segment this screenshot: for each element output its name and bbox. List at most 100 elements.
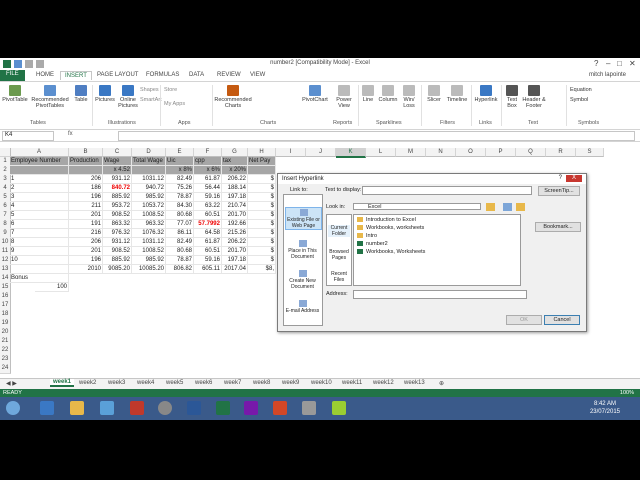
header-cell[interactable]: Production — [69, 157, 103, 166]
data-cell[interactable]: $ — [248, 211, 276, 220]
data-cell[interactable]: 1031.12 — [132, 238, 166, 247]
data-cell[interactable]: 1008.52 — [132, 211, 166, 220]
column-header[interactable]: M — [396, 148, 426, 157]
online-pictures-button[interactable]: Online Pictures — [117, 85, 139, 109]
browse-web-icon[interactable] — [503, 203, 512, 211]
system-clock[interactable]: 8:42 AM 23/07/2015 — [590, 400, 620, 416]
column-header[interactable]: P — [486, 148, 516, 157]
data-cell[interactable]: $ — [248, 220, 276, 229]
data-cell[interactable]: 64.58 — [194, 229, 222, 238]
data-cell[interactable]: 61.87 — [194, 238, 222, 247]
data-cell[interactable]: 206.22 — [222, 175, 248, 184]
symbol-button[interactable]: Symbol — [570, 97, 588, 103]
app-icon[interactable] — [130, 401, 144, 415]
sheet-tab-week3[interactable]: week3 — [108, 380, 125, 386]
cancel-button[interactable]: Cancel — [544, 315, 580, 325]
data-cell[interactable]: 1076.32 — [132, 229, 166, 238]
close-icon[interactable]: ✕ — [629, 59, 636, 68]
text-box-button[interactable]: Text Box — [503, 85, 521, 109]
column-header[interactable]: C — [103, 148, 132, 157]
user-name[interactable]: mitch lapointe — [589, 72, 626, 78]
data-cell[interactable]: 885.92 — [103, 193, 132, 202]
header-cell[interactable] — [10, 166, 69, 175]
screentip-button[interactable]: ScreenTip... — [538, 186, 580, 196]
data-cell[interactable]: 84.30 — [166, 202, 194, 211]
column-header[interactable]: B — [69, 148, 103, 157]
column-header[interactable]: H — [248, 148, 276, 157]
data-cell[interactable]: 1 — [10, 175, 69, 184]
data-cell[interactable]: 8 — [10, 238, 69, 247]
data-cell[interactable]: 2 — [10, 184, 69, 193]
onenote-icon[interactable] — [244, 401, 258, 415]
shapes-button[interactable]: Shapes — [140, 87, 159, 93]
recent-files-button[interactable]: Recent Files — [328, 271, 350, 283]
data-cell[interactable]: 931.12 — [103, 238, 132, 247]
data-cell[interactable]: 940.72 — [132, 184, 166, 193]
smartart-button[interactable]: SmartArt — [140, 97, 162, 103]
data-cell[interactable]: 908.52 — [103, 211, 132, 220]
file-item[interactable]: Introduction to Excel — [357, 216, 416, 224]
data-cell[interactable]: 1053.72 — [132, 202, 166, 211]
data-cell[interactable]: 57.7992 — [194, 220, 222, 229]
tab-file[interactable]: FILE — [0, 70, 25, 81]
sheet-tab-week12[interactable]: week12 — [373, 380, 394, 386]
help-icon[interactable]: ? — [594, 59, 598, 68]
data-cell[interactable]: 78.87 — [166, 256, 194, 265]
column-header[interactable]: K — [336, 148, 366, 158]
data-cell[interactable]: 206 — [69, 175, 103, 184]
total-cell[interactable]: 2010 — [69, 265, 103, 274]
dialog-help-icon[interactable]: ? — [559, 175, 562, 181]
data-cell[interactable]: $ — [248, 175, 276, 184]
link-email-address[interactable]: E-mail Address — [285, 299, 320, 314]
data-cell[interactable]: 7 — [10, 229, 69, 238]
tab-formulas[interactable]: FORMULAS — [142, 71, 183, 79]
total-cell[interactable]: 806.82 — [166, 265, 194, 274]
data-cell[interactable]: 211 — [69, 202, 103, 211]
data-cell[interactable]: $ — [248, 202, 276, 211]
data-cell[interactable]: 1008.52 — [132, 247, 166, 256]
sheet-tab-week13[interactable]: week13 — [404, 380, 425, 386]
header-cell[interactable] — [132, 166, 166, 175]
column-header[interactable]: N — [426, 148, 456, 157]
header-cell[interactable] — [69, 166, 103, 175]
data-cell[interactable]: 77.07 — [166, 220, 194, 229]
tab-data[interactable]: DATA — [185, 71, 208, 79]
column-header[interactable]: J — [306, 148, 336, 157]
tab-home[interactable]: HOME — [32, 71, 58, 79]
header-cell[interactable]: Wage — [103, 157, 132, 166]
header-cell[interactable]: x 4.52 — [103, 166, 132, 175]
data-cell[interactable]: 186 — [69, 184, 103, 193]
bonus-label[interactable]: Bonus — [10, 274, 69, 283]
header-cell[interactable]: cpp — [194, 157, 222, 166]
data-cell[interactable]: 60.51 — [194, 247, 222, 256]
pivottable-button[interactable]: PivotTable — [2, 85, 28, 103]
data-cell[interactable]: 1031.12 — [132, 175, 166, 184]
text-to-display-input[interactable] — [362, 186, 532, 195]
word-icon[interactable] — [187, 401, 201, 415]
data-cell[interactable]: 188.14 — [222, 184, 248, 193]
hyperlink-button[interactable]: Hyperlink — [473, 85, 499, 103]
column-header[interactable]: G — [222, 148, 248, 157]
my-apps-button[interactable]: My Apps — [164, 101, 185, 107]
sheet-tab-week4[interactable]: week4 — [137, 380, 154, 386]
data-cell[interactable]: 216 — [69, 229, 103, 238]
data-cell[interactable]: 9 — [10, 247, 69, 256]
internet-explorer-icon[interactable] — [40, 401, 54, 415]
start-icon[interactable] — [6, 401, 20, 415]
data-cell[interactable]: 3 — [10, 193, 69, 202]
column-header[interactable]: F — [194, 148, 222, 157]
tab-insert[interactable]: INSERT — [60, 71, 92, 80]
recommended-pivottables-button[interactable]: Recommended PivotTables — [30, 85, 70, 109]
sheet-tab-week1[interactable]: week1 — [50, 379, 75, 387]
sheet-tab-week11[interactable]: week11 — [342, 380, 362, 386]
data-cell[interactable]: 82.49 — [166, 175, 194, 184]
data-cell[interactable]: 196 — [69, 193, 103, 202]
data-cell[interactable]: 191 — [69, 220, 103, 229]
total-cell[interactable] — [10, 265, 69, 274]
data-cell[interactable]: 985.92 — [132, 256, 166, 265]
data-cell[interactable]: 885.92 — [103, 256, 132, 265]
header-cell[interactable]: tax — [222, 157, 248, 166]
total-cell[interactable]: 10085.20 — [132, 265, 166, 274]
tab-view[interactable]: VIEW — [246, 71, 269, 79]
app-icon[interactable] — [332, 401, 346, 415]
